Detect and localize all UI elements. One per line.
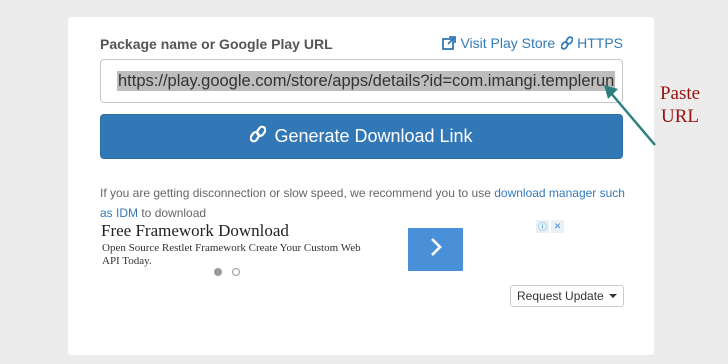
request-update-button[interactable]: Request Update	[510, 285, 624, 307]
annotation-line-2: URL	[661, 106, 699, 127]
ad-pager-dot-active[interactable]	[214, 268, 222, 276]
caret-down-icon	[608, 294, 617, 298]
chevron-right-icon	[429, 237, 443, 262]
https-link[interactable]: HTTPS	[561, 35, 623, 51]
generate-button-label: Generate Download Link	[274, 126, 473, 146]
paste-url-annotation: Paste URL	[652, 82, 708, 128]
visit-play-store-link[interactable]: Visit Play Store	[442, 35, 555, 51]
link-icon	[561, 36, 574, 50]
ad-description: Open Source Restlet Framework Create You…	[102, 242, 361, 267]
ad-pager-dot[interactable]	[232, 268, 240, 276]
ad-pager	[214, 268, 240, 276]
ad-info-icon[interactable]: ⓘ	[536, 220, 549, 233]
url-input-value: https://play.google.com/store/apps/detai…	[117, 71, 616, 91]
ad-open-button[interactable]	[408, 228, 463, 271]
annotation-line-1: Paste	[659, 83, 701, 104]
arrow-pointer-icon	[604, 85, 656, 146]
generate-download-link-button[interactable]: Generate Download Link	[100, 114, 623, 159]
ad-title[interactable]: Free Framework Download	[101, 221, 289, 241]
ad-close-icon[interactable]: ✕	[551, 220, 564, 233]
info-text-before: If you are getting disconnection or slow…	[100, 186, 495, 200]
top-links: Visit Play Store HTTPS	[442, 35, 623, 51]
ad-choices: ⓘ ✕	[536, 220, 564, 233]
external-link-icon	[442, 36, 457, 50]
request-update-label: Request Update	[517, 289, 604, 303]
field-label: Package name or Google Play URL	[100, 36, 333, 52]
visit-play-store-label: Visit Play Store	[460, 35, 556, 51]
download-panel: Package name or Google Play URL Visit Pl…	[68, 17, 654, 355]
link-icon	[249, 125, 267, 148]
ad-banner[interactable]: Free Framework Download Open Source Rest…	[100, 217, 570, 287]
https-label: HTTPS	[577, 35, 623, 51]
package-url-input[interactable]: https://play.google.com/store/apps/detai…	[100, 59, 623, 103]
